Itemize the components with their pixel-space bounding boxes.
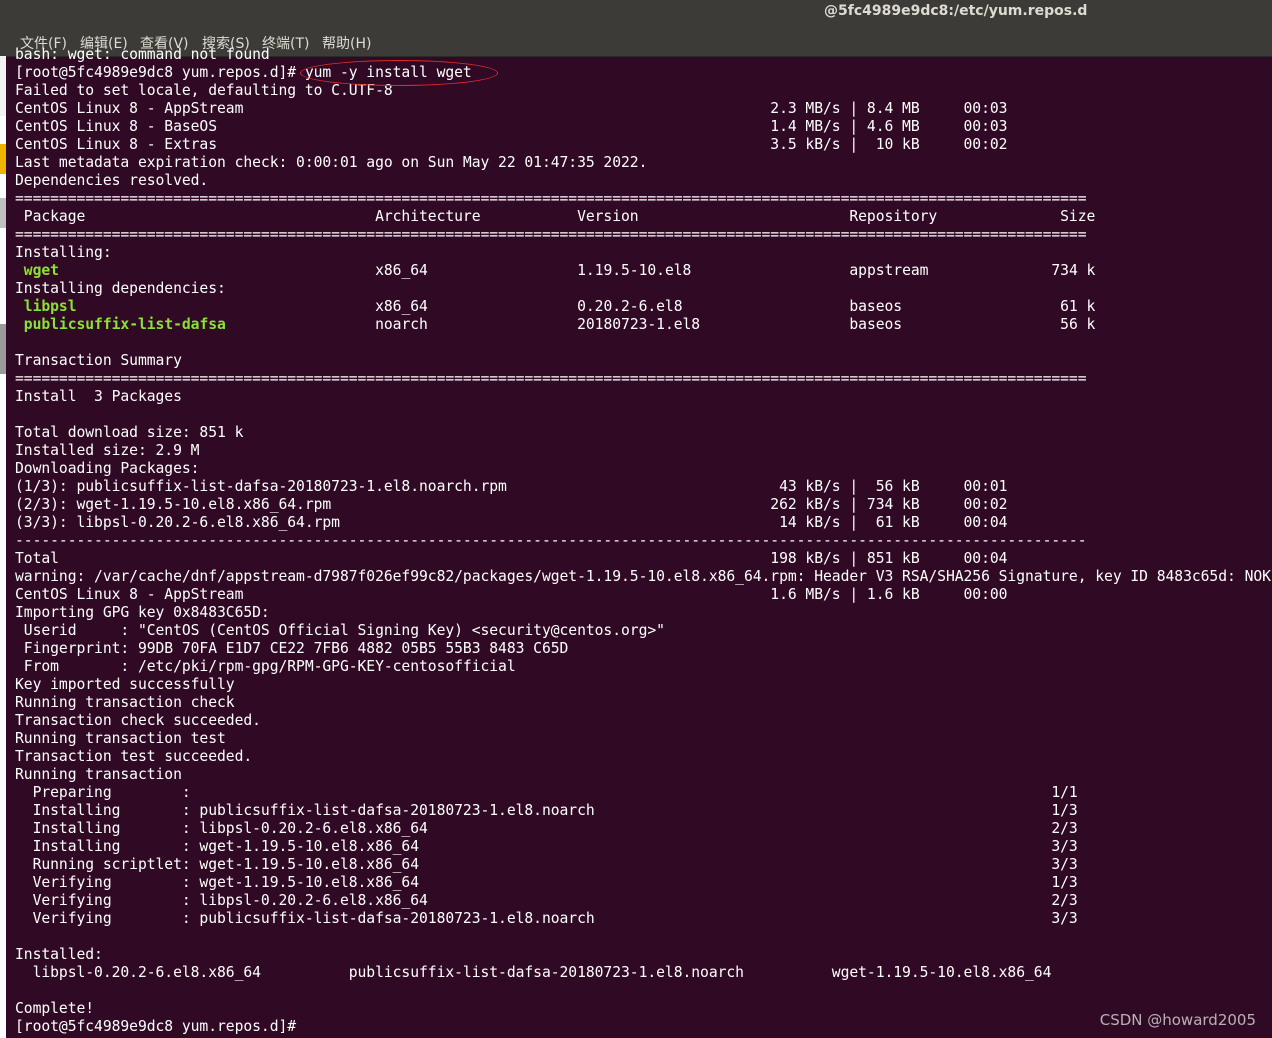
terminal-line: Dependencies resolved. — [15, 172, 209, 189]
launcher-icon-edge — [0, 144, 6, 174]
terminal-line: Importing GPG key 0x8483C65D: — [15, 604, 270, 621]
package-name: wget — [23, 262, 59, 279]
terminal-line: Transaction check succeeded. — [15, 712, 261, 729]
package-name: libpsl — [23, 298, 77, 315]
terminal-line: [root@5fc4989e9dc8 yum.repos.d]# — [15, 1018, 297, 1035]
terminal-line: warning: /var/cache/dnf/appstream-d7987f… — [15, 568, 1272, 585]
launcher-edge — [0, 56, 6, 1038]
terminal-line: CentOS Linux 8 - Extras 3.5 kB/s | 10 kB… — [15, 136, 1008, 153]
terminal-line: [root@5fc4989e9dc8 yum.repos.d]# yum -y … — [15, 64, 472, 81]
terminal-line: Installing dependencies: — [15, 280, 226, 297]
terminal-line: Failed to set locale, defaulting to C.UT… — [15, 82, 393, 99]
terminal-line: libpsl x86_64 0.20.2-6.el8 baseos 61 k — [23, 298, 1096, 315]
terminal-line: (2/3): wget-1.19.5-10.el8.x86_64.rpm 262… — [15, 496, 1008, 513]
terminal-line: Downloading Packages: — [15, 460, 200, 477]
launcher-segment — [0, 56, 6, 116]
terminal-line: Fingerprint: 99DB 70FA E1D7 CE22 7FB6 48… — [15, 640, 569, 657]
launcher-segment — [0, 396, 6, 1038]
terminal-line: Transaction Summary — [15, 352, 182, 369]
terminal-line: CentOS Linux 8 - AppStream 2.3 MB/s | 8.… — [15, 100, 1008, 117]
terminal-line: Installed: — [15, 946, 103, 963]
terminal-line: ========================================… — [15, 226, 1087, 243]
terminal-output[interactable]: bash: wget: command not found [root@5fc49… — [15, 46, 1272, 1038]
terminal-line: Total download size: 851 k — [15, 424, 244, 441]
terminal-line: CentOS Linux 8 - AppStream 1.6 MB/s | 1.… — [15, 586, 1008, 603]
terminal-line: Running transaction test — [15, 730, 226, 747]
terminal-lines: bash: wget: command not found [root@5fc49… — [15, 46, 1272, 1036]
terminal-line: ========================================… — [15, 370, 1087, 387]
terminal-line: Installing: — [15, 244, 112, 261]
terminal-line: Running scriptlet: wget-1.19.5-10.el8.x8… — [15, 856, 1078, 873]
terminal-line: Installing : wget-1.19.5-10.el8.x86_64 3… — [15, 838, 1078, 855]
terminal-line: (1/3): publicsuffix-list-dafsa-20180723-… — [15, 478, 1008, 495]
terminal-line: publicsuffix-list-dafsa noarch 20180723-… — [23, 316, 1096, 333]
terminal-line: Total 198 kB/s | 851 kB 00:04 — [15, 550, 1008, 567]
terminal-line: Installing : libpsl-0.20.2-6.el8.x86_64 … — [15, 820, 1078, 837]
launcher-segment — [0, 324, 6, 374]
launcher-segment — [0, 198, 6, 228]
terminal-line: Package Architecture Version Repository … — [15, 208, 1096, 225]
terminal-line: Installing : publicsuffix-list-dafsa-201… — [15, 802, 1078, 819]
terminal-line: bash: wget: command not found — [15, 46, 270, 63]
package-name: publicsuffix-list-dafsa — [23, 316, 226, 333]
terminal-line: ========================================… — [15, 190, 1087, 207]
terminal-line: ----------------------------------------… — [15, 532, 1087, 549]
terminal-line: Installed size: 2.9 M — [15, 442, 200, 459]
window-titlebar[interactable]: @5fc4989e9dc8:/etc/yum.repos.d — [0, 0, 1272, 26]
terminal-line: Preparing : 1/1 — [15, 784, 1078, 801]
terminal-line: Running transaction — [15, 766, 182, 783]
terminal-line: Running transaction check — [15, 694, 235, 711]
terminal-line: (3/3): libpsl-0.20.2-6.el8.x86_64.rpm 14… — [15, 514, 1008, 531]
terminal-line: Last metadata expiration check: 0:00:01 … — [15, 154, 648, 171]
terminal-line: Transaction test succeeded. — [15, 748, 253, 765]
terminal-line: Userid : "CentOS (CentOS Official Signin… — [15, 622, 665, 639]
terminal-line: libpsl-0.20.2-6.el8.x86_64 publicsuffix-… — [15, 964, 1052, 981]
terminal-line: Verifying : libpsl-0.20.2-6.el8.x86_64 2… — [15, 892, 1078, 909]
terminal-line: CentOS Linux 8 - BaseOS 1.4 MB/s | 4.6 M… — [15, 118, 1008, 135]
terminal-line: Verifying : wget-1.19.5-10.el8.x86_64 1/… — [15, 874, 1078, 891]
window-title: @5fc4989e9dc8:/etc/yum.repos.d — [824, 3, 1088, 19]
terminal-line: Verifying : publicsuffix-list-dafsa-2018… — [15, 910, 1078, 927]
watermark: CSDN @howard2005 — [1099, 1011, 1256, 1029]
terminal-line: Key imported successfully — [15, 676, 235, 693]
terminal-line: wget x86_64 1.19.5-10.el8 appstream 734 … — [23, 262, 1096, 279]
terminal-line: Install 3 Packages — [15, 388, 182, 405]
terminal-line: Complete! — [15, 1000, 95, 1017]
terminal-line: From : /etc/pki/rpm-gpg/RPM-GPG-KEY-cent… — [15, 658, 516, 675]
